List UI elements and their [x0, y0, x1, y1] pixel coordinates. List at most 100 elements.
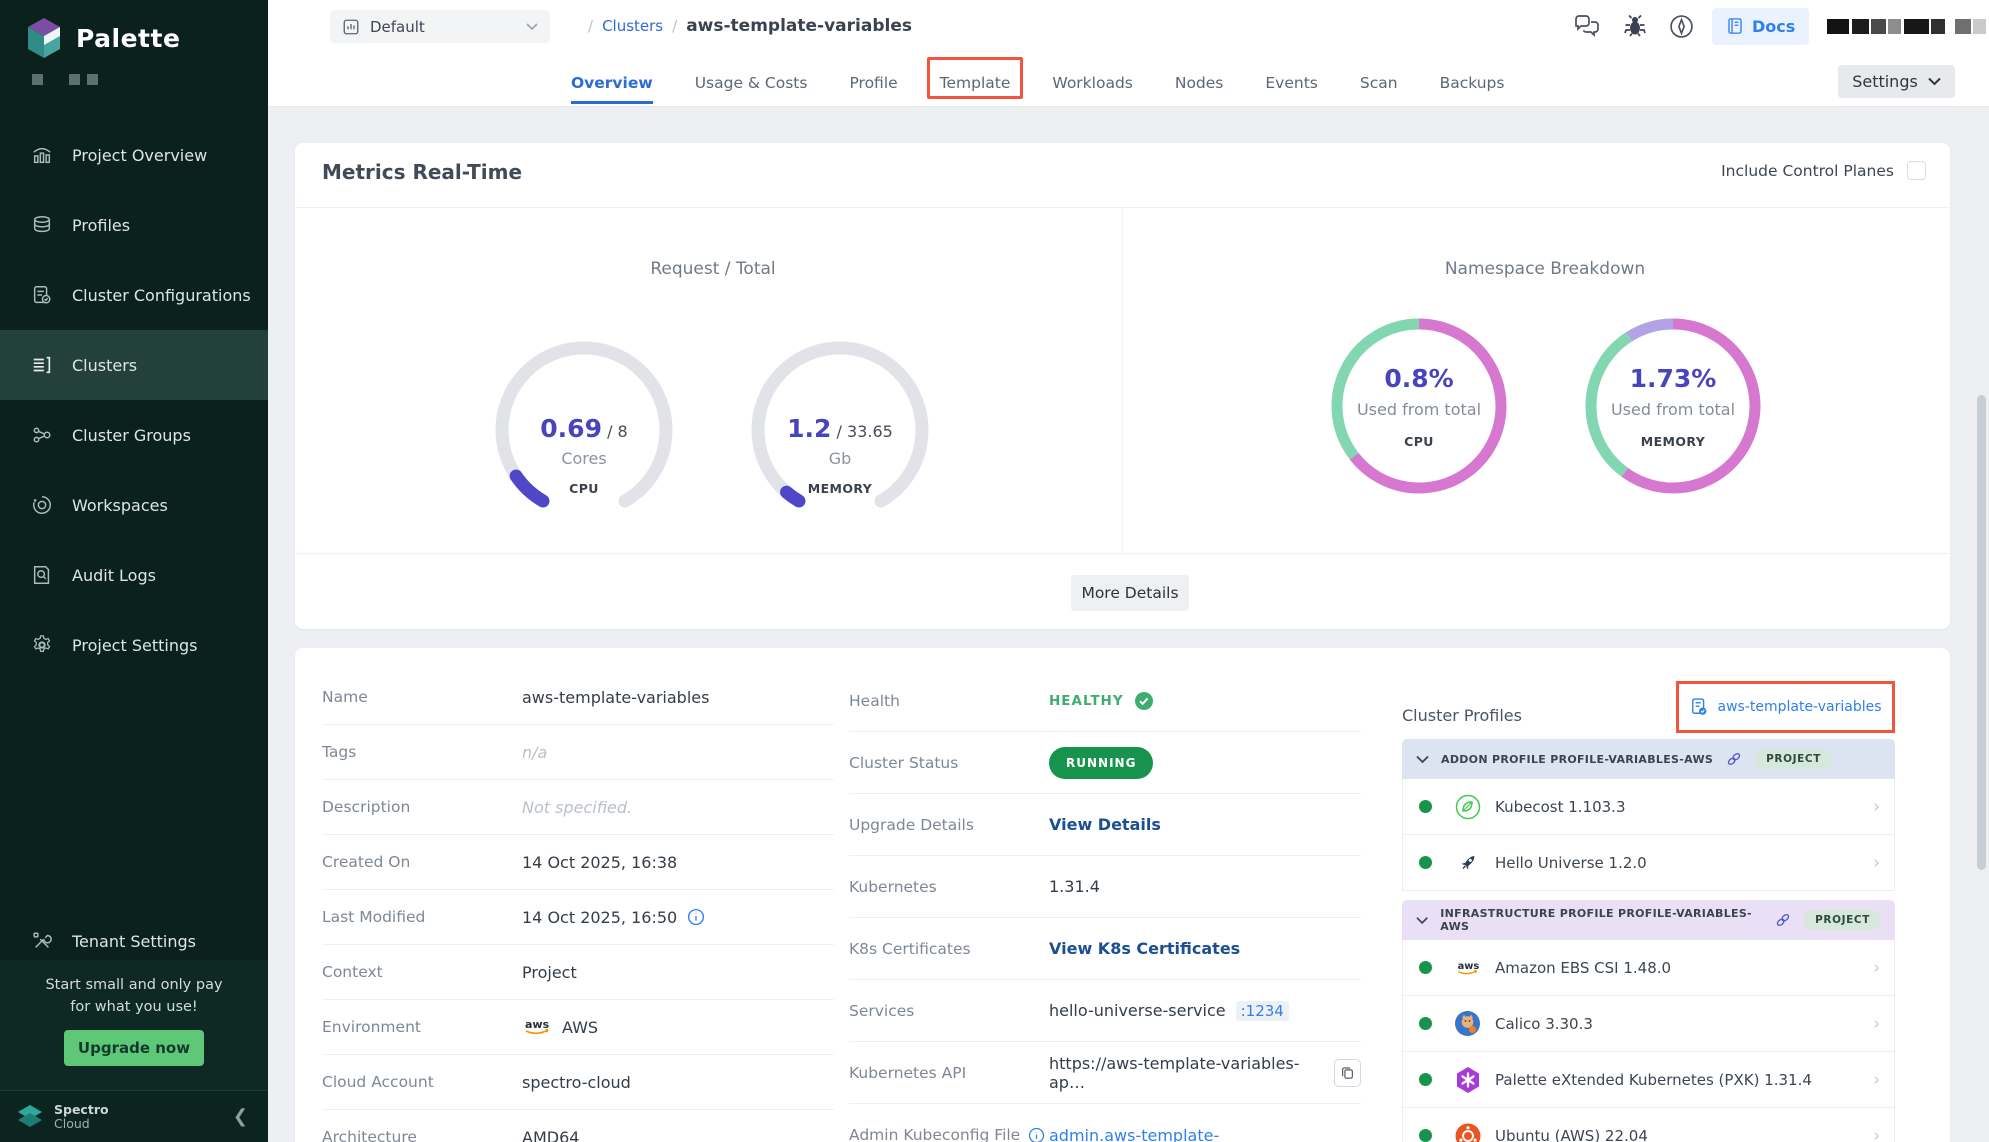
sidebar-item-clusters[interactable]: Clusters [0, 330, 268, 400]
detail-row-last-modified: Last Modified 14 Oct 2025, 16:50 [322, 890, 834, 945]
dot [87, 74, 98, 85]
palette-cluster-overview-page: { "colors": { "gauge_purple": "#4f46c8",… [0, 0, 1989, 1142]
health-status-text: HEALTHY [1049, 693, 1124, 709]
running-status-badge[interactable]: RUNNING [1049, 747, 1153, 779]
breadcrumb-separator: / [588, 17, 593, 35]
page-scrollbar[interactable] [1977, 395, 1986, 870]
detail-label: Kubernetes [849, 878, 1049, 896]
profile-item-calico[interactable]: Calico 3.30.3 › [1402, 996, 1895, 1052]
upgrade-now-button[interactable]: Upgrade now [64, 1030, 204, 1066]
network-icon [30, 423, 54, 447]
tab-overview[interactable]: Overview [571, 66, 653, 104]
service-port-link[interactable]: :1234 [1236, 1001, 1289, 1021]
sidebar-item-cluster-configurations[interactable]: Cluster Configurations [0, 260, 268, 330]
aws-icon: aws [522, 1017, 552, 1037]
profile-item-amazon-ebs-csi[interactable]: aws Amazon EBS CSI 1.48.0 › [1402, 940, 1895, 996]
details-middle-column: Health HEALTHY Cluster Status RUNNING Up… [849, 670, 1361, 1142]
cpu-gauge: 0.69 / 8 Cores CPU [489, 335, 679, 525]
include-control-planes-checkbox[interactable] [1907, 161, 1926, 180]
bug-icon[interactable] [1622, 13, 1648, 39]
project-selector-dropdown[interactable]: Default [330, 10, 550, 43]
addon-profile-name: ADDON PROFILE PROFILE-VARIABLES-AWS [1441, 753, 1713, 766]
tab-usage-costs[interactable]: Usage & Costs [695, 66, 808, 104]
chart-icon [30, 143, 54, 167]
chevron-right-icon: › [1873, 853, 1880, 873]
tab-nodes[interactable]: Nodes [1175, 66, 1224, 104]
tab-workloads[interactable]: Workloads [1052, 66, 1132, 104]
detail-row-tags: Tags n/a [322, 725, 834, 780]
breadcrumb-clusters-link[interactable]: Clusters [602, 17, 663, 35]
detail-row-health: Health HEALTHY [849, 670, 1361, 732]
project-chart-icon [342, 18, 360, 36]
view-k8s-certificates-link[interactable]: View K8s Certificates [1049, 939, 1240, 958]
profile-item-name: Calico 3.30.3 [1495, 1015, 1593, 1033]
profile-item-ubuntu[interactable]: Ubuntu (AWS) 22.04 › [1402, 1108, 1895, 1142]
chat-icon[interactable] [1574, 13, 1600, 39]
redacted-username[interactable] [1827, 18, 1986, 34]
detail-row-description: Description Not specified. [322, 780, 834, 835]
detail-row-kubernetes: Kubernetes 1.31.4 [849, 856, 1361, 918]
sidebar-item-project-settings[interactable]: Project Settings [0, 610, 268, 680]
tab-backups[interactable]: Backups [1440, 66, 1505, 104]
status-dot [1419, 856, 1432, 869]
include-control-planes-label: Include Control Planes [1721, 162, 1894, 180]
memory-gauge-label: MEMORY [745, 481, 935, 496]
namespace-breakdown-title: Namespace Breakdown [1345, 259, 1745, 279]
layers-icon [30, 213, 54, 237]
topbar-actions: Docs [1574, 0, 1989, 52]
detail-value: Not specified. [522, 798, 632, 817]
cluster-profiles-title: Cluster Profiles [1402, 706, 1522, 725]
cluster-tabs: Overview Usage & Costs Profile Template … [571, 66, 1504, 104]
detail-value: Project [522, 963, 577, 982]
docs-button[interactable]: Docs [1712, 8, 1809, 45]
divider [1122, 207, 1123, 553]
addon-profile-header[interactable]: ADDON PROFILE PROFILE-VARIABLES-AWS PROJ… [1402, 739, 1895, 779]
orbit-icon [30, 493, 54, 517]
environment-value: AWS [562, 1018, 598, 1037]
cluster-profile-link[interactable]: aws-template-variables [1717, 699, 1881, 715]
sidebar-item-label: Project Settings [72, 636, 197, 655]
profile-item-kubecost[interactable]: Kubecost 1.103.3 › [1402, 779, 1895, 835]
settings-dropdown-button[interactable]: Settings [1838, 65, 1955, 98]
service-name: hello-universe-service [1049, 1001, 1226, 1020]
profile-item-name: Amazon EBS CSI 1.48.0 [1495, 959, 1671, 977]
view-details-link[interactable]: View Details [1049, 815, 1161, 834]
sidebar-item-cluster-groups[interactable]: Cluster Groups [0, 400, 268, 470]
infrastructure-profile-header[interactable]: INFRASTRUCTURE PROFILE PROFILE-VARIABLES… [1402, 900, 1895, 940]
gear-icon [30, 633, 54, 657]
detail-row-services: Services hello-universe-service :1234 [849, 980, 1361, 1042]
breadcrumb: / Clusters / aws-template-variables [588, 0, 912, 52]
profile-item-name: Ubuntu (AWS) 22.04 [1495, 1127, 1648, 1142]
sidebar-item-audit-logs[interactable]: Audit Logs [0, 540, 268, 610]
pxk-icon [1454, 1066, 1481, 1093]
details-left-column: Name aws-template-variables Tags n/a Des… [322, 670, 834, 1142]
info-icon[interactable] [687, 908, 705, 926]
sidebar-item-workspaces[interactable]: Workspaces [0, 470, 268, 540]
ubuntu-icon [1454, 1122, 1481, 1142]
detail-label: Context [322, 963, 522, 981]
profile-item-pxk[interactable]: Palette eXtended Kubernetes (PXK) 1.31.4… [1402, 1052, 1895, 1108]
upgrade-promo: Start small and only pay for what you us… [0, 960, 268, 1090]
sidebar-item-profiles[interactable]: Profiles [0, 190, 268, 260]
copy-icon[interactable] [1334, 1059, 1361, 1087]
promo-text-line1: Start small and only pay [0, 974, 268, 996]
detail-row-upgrade-details: Upgrade Details View Details [849, 794, 1361, 856]
kubeconfig-file-link[interactable]: admin.aws-template- [1049, 1126, 1219, 1142]
profile-item-name: Palette eXtended Kubernetes (PXK) 1.31.4 [1495, 1071, 1812, 1089]
info-icon[interactable] [1028, 1127, 1045, 1142]
tab-scan[interactable]: Scan [1360, 66, 1398, 104]
collapse-sidebar-icon[interactable]: ❮ [233, 1106, 248, 1127]
tab-profile[interactable]: Profile [849, 66, 897, 104]
more-details-button[interactable]: More Details [1071, 575, 1189, 611]
compass-icon[interactable] [1668, 13, 1694, 39]
chevron-right-icon: › [1873, 797, 1880, 817]
detail-value: 14 Oct 2025, 16:38 [522, 853, 677, 872]
status-dot [1419, 1073, 1432, 1086]
profile-item-hello-universe[interactable]: Hello Universe 1.2.0 › [1402, 835, 1895, 891]
profile-item-name: Kubecost 1.103.3 [1495, 798, 1626, 816]
sidebar-item-project-overview[interactable]: Project Overview [0, 120, 268, 190]
chevron-right-icon: › [1873, 1014, 1880, 1034]
tab-events[interactable]: Events [1265, 66, 1317, 104]
tab-template[interactable]: Template [940, 66, 1011, 104]
link-icon [1725, 750, 1743, 768]
